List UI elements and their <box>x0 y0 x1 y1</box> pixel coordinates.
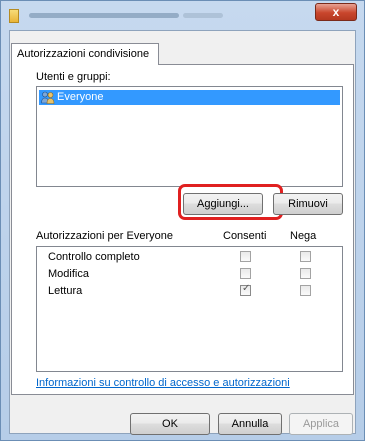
title-bar[interactable]: x <box>1 1 364 30</box>
user-name: Everyone <box>57 91 104 103</box>
checkmark-icon: ✓ <box>242 283 251 294</box>
add-button-highlight <box>178 184 283 220</box>
permission-label-modify: Modifica <box>48 268 89 280</box>
close-icon: x <box>332 5 340 19</box>
permissions-header: Autorizzazioni per Everyone <box>36 230 173 242</box>
allow-modify-checkbox[interactable] <box>240 268 251 279</box>
column-deny-header: Nega <box>290 230 317 242</box>
access-control-help-link[interactable]: Informazioni su controllo di accesso e a… <box>36 377 290 389</box>
apply-button[interactable]: Applica <box>289 413 353 435</box>
tab-share-permissions[interactable]: Autorizzazioni condivisione <box>11 43 159 65</box>
title-placeholder-2 <box>183 13 223 18</box>
folder-icon <box>9 9 19 23</box>
ok-button[interactable]: OK <box>130 413 210 435</box>
close-button[interactable]: x <box>315 3 357 21</box>
title-placeholder <box>29 13 179 18</box>
permission-label-read: Lettura <box>48 285 83 297</box>
cancel-button[interactable]: Annulla <box>218 413 282 435</box>
users-group-icon <box>41 91 55 104</box>
permissions-list <box>36 246 343 372</box>
deny-modify-checkbox[interactable] <box>300 268 311 279</box>
permission-label-full-control: Controllo completo <box>48 251 140 263</box>
deny-read-checkbox[interactable] <box>300 285 311 296</box>
list-item-everyone[interactable]: Everyone <box>39 90 340 105</box>
users-groups-label: Utenti e gruppi: <box>36 71 111 83</box>
remove-button[interactable]: Rimuovi <box>273 193 343 215</box>
users-groups-list[interactable]: Everyone <box>36 86 343 187</box>
deny-full-control-checkbox[interactable] <box>300 251 311 262</box>
column-allow-header: Consenti <box>223 230 267 242</box>
allow-full-control-checkbox[interactable] <box>240 251 251 262</box>
allow-read-checkbox[interactable]: ✓ <box>240 283 251 296</box>
